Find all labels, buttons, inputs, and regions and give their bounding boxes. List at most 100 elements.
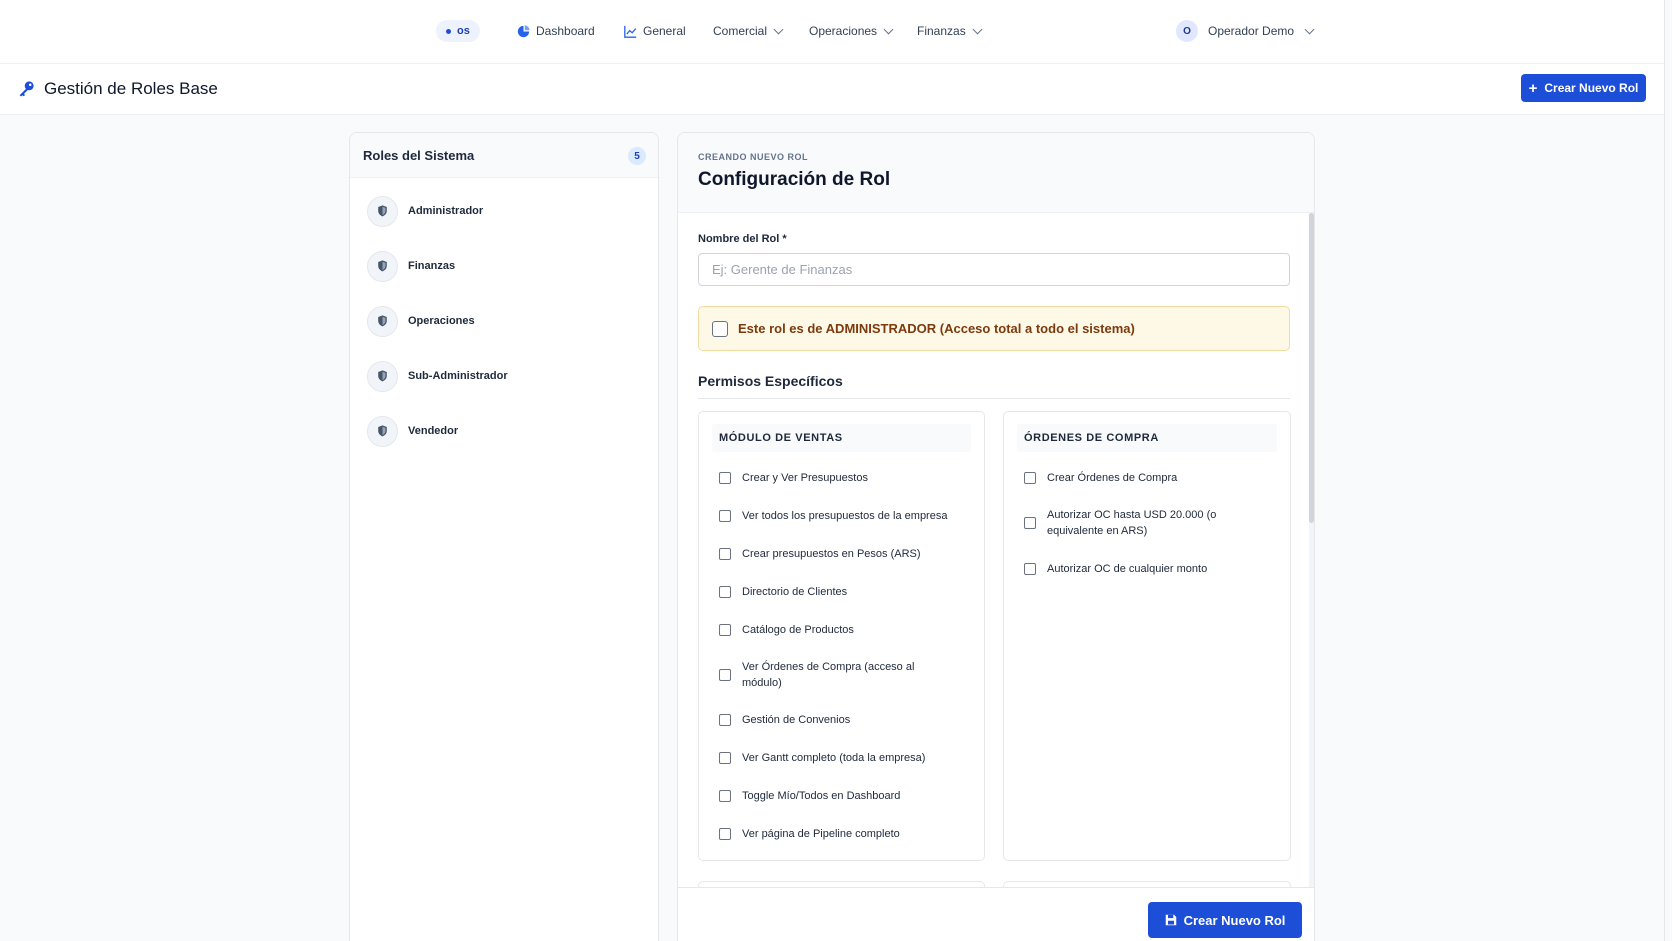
role-label: Sub-Administrador bbox=[408, 370, 508, 382]
role-item-operaciones[interactable]: Operaciones bbox=[367, 305, 475, 337]
permission-checkbox[interactable] bbox=[1024, 517, 1036, 529]
brand-badge[interactable]: os bbox=[436, 20, 480, 42]
permission-label: Ver Gantt completo (toda la empresa) bbox=[742, 752, 926, 764]
permission-checkbox[interactable] bbox=[719, 828, 731, 840]
top-navbar: os Dashboard General Comercial Operacion… bbox=[0, 0, 1672, 64]
nav-finanzas[interactable]: Finanzas bbox=[917, 20, 983, 42]
permission-checkbox[interactable] bbox=[719, 510, 731, 522]
permission-item[interactable]: Ver Gantt completo (toda la empresa) bbox=[719, 750, 925, 766]
permission-item[interactable]: Crear presupuestos en Pesos (ARS) bbox=[719, 546, 921, 562]
permission-checkbox[interactable] bbox=[719, 548, 731, 560]
permissions-title: Permisos Específicos bbox=[698, 373, 843, 389]
permission-label: Crear y Ver Presupuestos bbox=[742, 472, 868, 484]
admin-role-toggle[interactable]: Este rol es de ADMINISTRADOR (Acceso tot… bbox=[698, 306, 1290, 351]
plus-icon: + bbox=[1528, 79, 1538, 97]
role-label: Administrador bbox=[408, 205, 484, 217]
roles-panel-header: Roles del Sistema 5 bbox=[350, 133, 658, 178]
module-title: ÓRDENES DE COMPRA bbox=[1017, 424, 1277, 452]
submit-button-label: Crear Nuevo Rol bbox=[1183, 912, 1286, 928]
nav-comercial[interactable]: Comercial bbox=[713, 20, 784, 42]
permission-checkbox[interactable] bbox=[1024, 563, 1036, 575]
module-card-ventas: MÓDULO DE VENTAS Crear y Ver Presupuesto… bbox=[698, 411, 985, 861]
nav-dashboard-label: Dashboard bbox=[536, 24, 595, 38]
role-label: Vendedor bbox=[408, 425, 459, 437]
key-icon bbox=[19, 81, 34, 97]
permission-item[interactable]: Ver página de Pipeline completo bbox=[719, 826, 900, 842]
role-item-vendedor[interactable]: Vendedor bbox=[367, 415, 458, 447]
user-menu[interactable]: O Operador Demo bbox=[1176, 20, 1315, 42]
permission-item[interactable]: Autorizar OC de cualquier monto bbox=[1024, 561, 1207, 577]
permission-label: Catálogo de Productos bbox=[742, 624, 854, 636]
line-chart-icon bbox=[624, 25, 637, 38]
brand-dot-icon bbox=[446, 28, 451, 34]
roles-count-badge: 5 bbox=[628, 147, 646, 165]
page-title: Gestión de Roles Base bbox=[44, 79, 218, 98]
permission-item[interactable]: Catálogo de Productos bbox=[719, 622, 854, 638]
submit-create-role-button[interactable]: Crear Nuevo Rol bbox=[1148, 902, 1302, 938]
role-item-administrador[interactable]: Administrador bbox=[367, 195, 483, 227]
permission-checkbox[interactable] bbox=[719, 586, 731, 598]
role-item-finanzas[interactable]: Finanzas bbox=[367, 250, 455, 282]
panel-scrollbar-thumb[interactable] bbox=[1309, 213, 1314, 523]
permission-item[interactable]: Crear y Ver Presupuestos bbox=[719, 470, 868, 486]
permission-item[interactable]: Gestión de Convenios bbox=[719, 712, 850, 728]
permission-label: Ver todos los presupuestos de la empresa bbox=[742, 510, 948, 522]
permission-checkbox[interactable] bbox=[719, 714, 731, 726]
role-name-input[interactable] bbox=[698, 253, 1290, 286]
shield-icon bbox=[367, 250, 398, 282]
nav-comercial-label: Comercial bbox=[713, 24, 768, 38]
permission-label: Directorio de Clientes bbox=[742, 586, 848, 598]
role-config-panel: CREANDO NUEVO ROL Configuración de Rol N… bbox=[677, 132, 1315, 941]
page-header: Gestión de Roles Base bbox=[0, 64, 1672, 115]
permission-checkbox[interactable] bbox=[719, 472, 731, 484]
save-icon bbox=[1165, 914, 1176, 926]
brand-label: os bbox=[457, 25, 470, 37]
roles-panel: Roles del Sistema 5 Administrador Finanz… bbox=[349, 132, 659, 941]
permission-label: Ver Órdenes de Compra (acceso al módulo) bbox=[742, 661, 915, 689]
form-eyebrow: CREANDO NUEVO ROL bbox=[698, 152, 809, 162]
shield-icon bbox=[367, 195, 398, 227]
create-role-button[interactable]: + Crear Nuevo Rol bbox=[1521, 74, 1646, 102]
permission-label: Autorizar OC de cualquier monto bbox=[1047, 563, 1208, 575]
permission-checkbox[interactable] bbox=[719, 790, 731, 802]
permission-label: Gestión de Convenios bbox=[742, 714, 851, 726]
shield-icon bbox=[367, 305, 398, 337]
nav-operaciones[interactable]: Operaciones bbox=[809, 20, 894, 42]
role-name-label: Nombre del Rol * bbox=[698, 233, 787, 245]
form-title: Configuración de Rol bbox=[698, 169, 891, 190]
permission-label: Autorizar OC hasta USD 20.000 (o equival… bbox=[1047, 509, 1217, 537]
permission-checkbox[interactable] bbox=[719, 624, 731, 636]
permission-checkbox[interactable] bbox=[719, 752, 731, 764]
role-config-header: CREANDO NUEVO ROL Configuración de Rol bbox=[678, 133, 1314, 213]
chevron-down-icon bbox=[883, 24, 894, 34]
permission-item[interactable]: Directorio de Clientes bbox=[719, 584, 847, 600]
admin-checkbox-label: Este rol es de ADMINISTRADOR (Acceso tot… bbox=[738, 321, 1135, 336]
nav-general[interactable]: General bbox=[624, 20, 686, 42]
role-label: Finanzas bbox=[408, 260, 456, 272]
roles-panel-title: Roles del Sistema bbox=[363, 148, 475, 163]
permission-label: Toggle Mío/Todos en Dashboard bbox=[742, 790, 901, 802]
module-title: MÓDULO DE VENTAS bbox=[712, 424, 971, 452]
module-card-ordenes-compra: ÓRDENES DE COMPRA Crear Órdenes de Compr… bbox=[1003, 411, 1291, 861]
role-label: Operaciones bbox=[408, 315, 475, 327]
nav-dashboard[interactable]: Dashboard bbox=[517, 20, 595, 42]
permission-label: Ver página de Pipeline completo bbox=[742, 828, 900, 840]
permission-item[interactable]: Autorizar OC hasta USD 20.000 (o equival… bbox=[1024, 507, 1244, 539]
chevron-down-icon bbox=[972, 24, 983, 34]
nav-finanzas-label: Finanzas bbox=[917, 24, 966, 38]
chevron-down-icon bbox=[1304, 24, 1315, 34]
page-scrollbar[interactable] bbox=[1664, 0, 1672, 941]
create-role-button-label: Crear Nuevo Rol bbox=[1544, 81, 1639, 95]
permission-item[interactable]: Toggle Mío/Todos en Dashboard bbox=[719, 788, 900, 804]
form-footer: Crear Nuevo Rol bbox=[678, 887, 1314, 941]
permission-checkbox[interactable] bbox=[1024, 472, 1036, 484]
permission-label: Crear presupuestos en Pesos (ARS) bbox=[742, 548, 921, 560]
avatar: O bbox=[1176, 20, 1198, 42]
role-item-sub-administrador[interactable]: Sub-Administrador bbox=[367, 360, 508, 392]
permission-item[interactable]: Ver Órdenes de Compra (acceso al módulo) bbox=[719, 659, 939, 691]
permission-checkbox[interactable] bbox=[719, 669, 731, 681]
admin-checkbox[interactable] bbox=[712, 320, 728, 337]
shield-icon bbox=[367, 415, 398, 447]
permission-item[interactable]: Ver todos los presupuestos de la empresa bbox=[719, 508, 947, 524]
permission-item[interactable]: Crear Órdenes de Compra bbox=[1024, 470, 1177, 486]
